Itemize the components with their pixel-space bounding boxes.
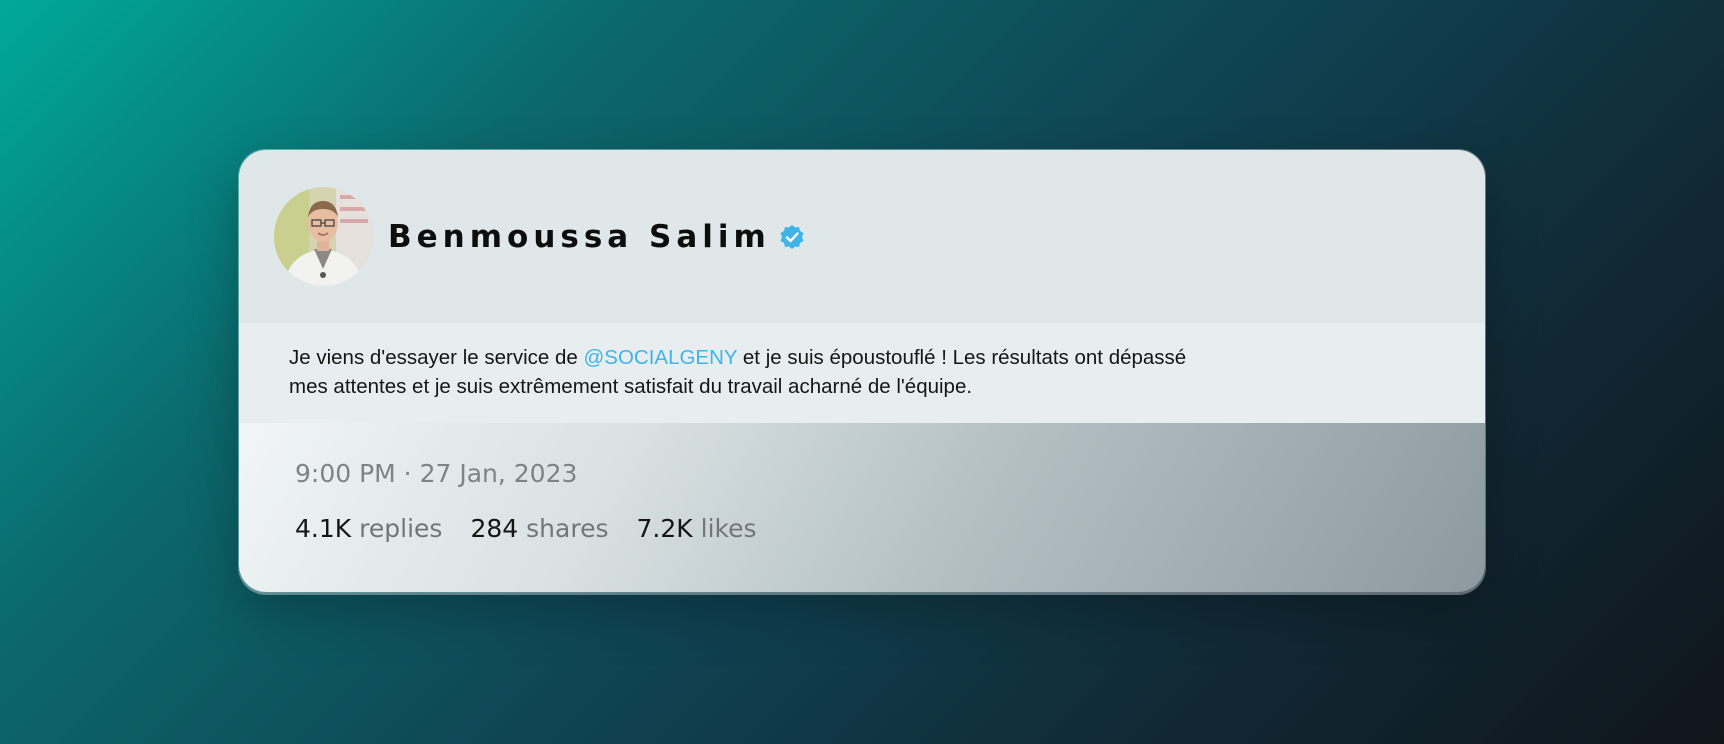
replies-count: 4.1K: [295, 514, 352, 543]
post-timestamp[interactable]: 9:00 PM · 27 Jan, 2023: [295, 459, 1429, 488]
post-card: Benmoussa Salim Je viens d'essayer le se…: [238, 149, 1486, 593]
shares-label: shares: [526, 514, 609, 543]
verified-badge-icon: [779, 224, 805, 250]
stat-replies[interactable]: 4.1K replies: [295, 514, 442, 543]
replies-label: replies: [359, 514, 443, 543]
author-name[interactable]: Benmoussa Salim: [388, 219, 771, 255]
avatar[interactable]: [274, 187, 373, 286]
mention-link[interactable]: @SOCIALGENY: [583, 346, 737, 369]
post-body: Je viens d'essayer le service de @SOCIAL…: [239, 323, 1485, 423]
likes-count: 7.2K: [636, 514, 693, 543]
stat-shares[interactable]: 284 shares: [470, 514, 608, 543]
avatar-photo: [274, 187, 373, 286]
post-footer: 9:00 PM · 27 Jan, 2023 4.1K replies 284 …: [239, 423, 1485, 592]
post-text: Je viens d'essayer le service de @SOCIAL…: [289, 343, 1189, 401]
shares-count: 284: [470, 514, 519, 543]
stat-likes[interactable]: 7.2K likes: [636, 514, 756, 543]
likes-label: likes: [700, 514, 757, 543]
post-header: Benmoussa Salim: [239, 150, 1485, 323]
post-text-before: Je viens d'essayer le service de: [289, 346, 584, 369]
post-stats: 4.1K replies 284 shares 7.2K likes: [295, 514, 1429, 543]
